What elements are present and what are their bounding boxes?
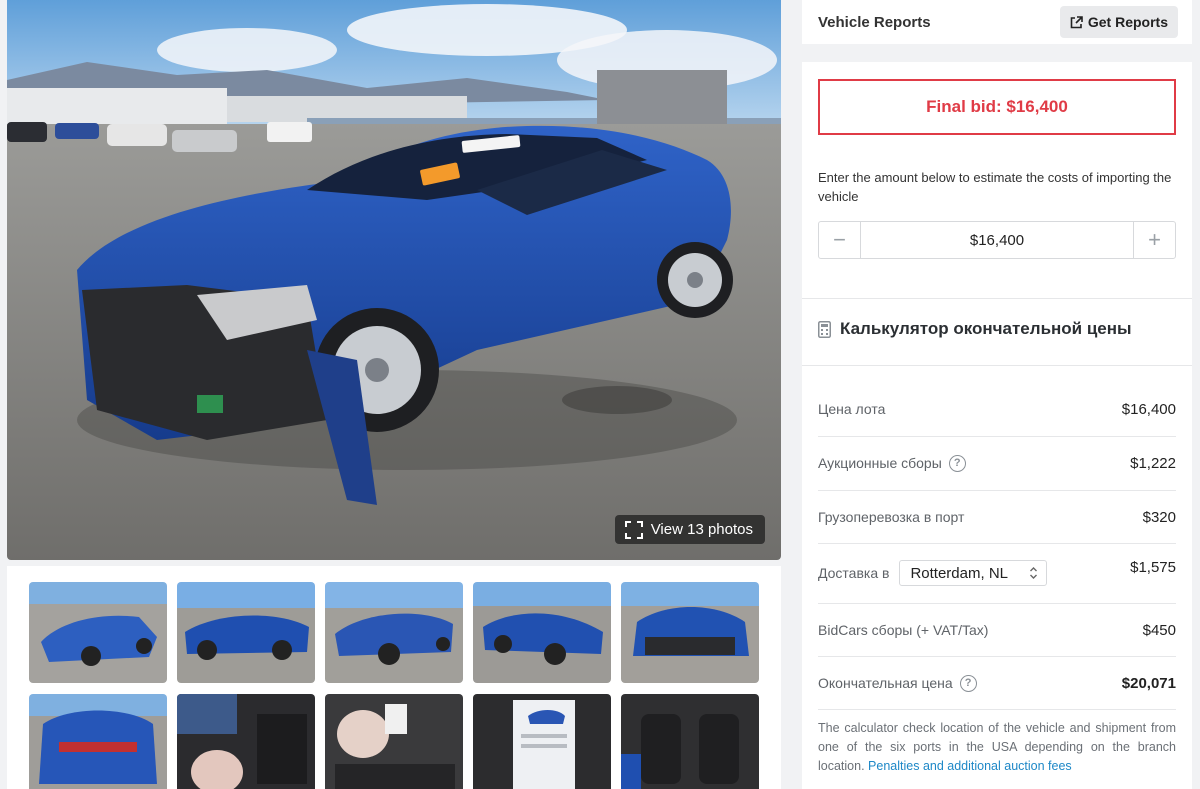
trucking-value: $320 (1142, 508, 1176, 526)
trucking-label: Грузоперевозка в порт (818, 509, 965, 525)
divider (802, 298, 1192, 299)
thumbnail-photo[interactable] (325, 694, 463, 789)
external-link-icon (1070, 15, 1083, 28)
thumbnail-photo[interactable] (325, 582, 463, 683)
divider (802, 365, 1192, 366)
calculator-heading: Калькулятор окончательной цены (818, 319, 1132, 339)
increase-amount-button[interactable]: + (1133, 222, 1175, 258)
thumbnail-photo[interactable] (29, 694, 167, 789)
vehicle-reports-title: Vehicle Reports (818, 13, 931, 31)
row-divider (818, 436, 1176, 437)
calculator-note: The calculator check location of the veh… (818, 719, 1176, 776)
bidcars-fees-value: $450 (1142, 621, 1176, 639)
shipping-label-wrap: Доставка в Rotterdam, NL (818, 560, 1048, 586)
get-reports-button[interactable]: Get Reports (1059, 6, 1178, 38)
help-icon[interactable]: ? (948, 454, 966, 472)
shipping-label: Доставка в (818, 565, 890, 581)
destination-port-select[interactable]: Rotterdam, NL (899, 560, 1048, 586)
lot-price-row: Цена лота $16,400 (818, 398, 1176, 420)
help-icon[interactable]: ? (959, 674, 977, 692)
final-bid-box: Final bid: $16,400 (818, 79, 1176, 135)
shipping-row: Доставка в Rotterdam, NL $1,575 (818, 559, 1176, 587)
thumbnail-photo[interactable] (473, 582, 611, 683)
thumbnail-photo[interactable] (29, 582, 167, 683)
thumbnail-photo[interactable] (621, 582, 759, 683)
destination-port-value: Rotterdam, NL (910, 564, 1008, 582)
final-price-value: $20,071 (1121, 674, 1176, 692)
main-vehicle-photo[interactable]: View 13 photos (7, 0, 781, 560)
row-divider (818, 490, 1176, 491)
select-chevron-icon (1030, 567, 1038, 579)
trucking-row: Грузоперевозка в порт $320 (818, 506, 1176, 528)
auction-fees-value: $1,222 (1130, 454, 1176, 472)
shipping-value: $1,575 (1130, 559, 1176, 576)
price-calculator-card: Final bid: $16,400 Enter the amount belo… (802, 62, 1192, 789)
thumbnail-photo[interactable] (473, 694, 611, 789)
thumbnail-photo[interactable] (177, 582, 315, 683)
decrease-amount-button[interactable]: − (819, 222, 861, 258)
final-price-row: Окончательная цена ? $20,071 (818, 672, 1176, 694)
bid-amount-stepper: − + (818, 221, 1176, 259)
auction-fees-label-wrap: Аукционные сборы ? (818, 454, 966, 472)
fullscreen-icon (624, 520, 643, 539)
calculator-title: Калькулятор окончательной цены (840, 319, 1132, 338)
row-divider (818, 543, 1176, 544)
thumbnail-photo[interactable] (621, 694, 759, 789)
row-divider (818, 709, 1176, 710)
bidcars-fees-label: BidCars сборы (+ VAT/Tax) (818, 622, 989, 638)
final-price-label: Окончательная цена (818, 675, 953, 691)
row-divider (818, 603, 1176, 604)
photo-thumbnails (7, 566, 781, 789)
estimate-instructions: Enter the amount below to estimate the c… (818, 170, 1172, 204)
bidcars-fees-row: BidCars сборы (+ VAT/Tax) $450 (818, 619, 1176, 641)
final-price-label-wrap: Окончательная цена ? (818, 674, 977, 692)
lot-price-value: $16,400 (1121, 400, 1176, 418)
auction-fees-label: Аукционные сборы (818, 455, 942, 471)
get-reports-label: Get Reports (1087, 14, 1168, 30)
row-divider (818, 656, 1176, 657)
lot-price-label: Цена лота (818, 401, 886, 417)
calculator-icon (818, 320, 831, 338)
view-photos-button[interactable]: View 13 photos (614, 515, 765, 544)
auction-fees-row: Аукционные сборы ? $1,222 (818, 452, 1176, 474)
bid-amount-input[interactable] (861, 222, 1133, 258)
view-photos-label: View 13 photos (650, 521, 753, 538)
vehicle-reports-card: Vehicle Reports Get Reports (802, 0, 1192, 44)
thumbnail-photo[interactable] (177, 694, 315, 789)
penalties-fees-link[interactable]: Penalties and additional auction fees (868, 759, 1072, 773)
